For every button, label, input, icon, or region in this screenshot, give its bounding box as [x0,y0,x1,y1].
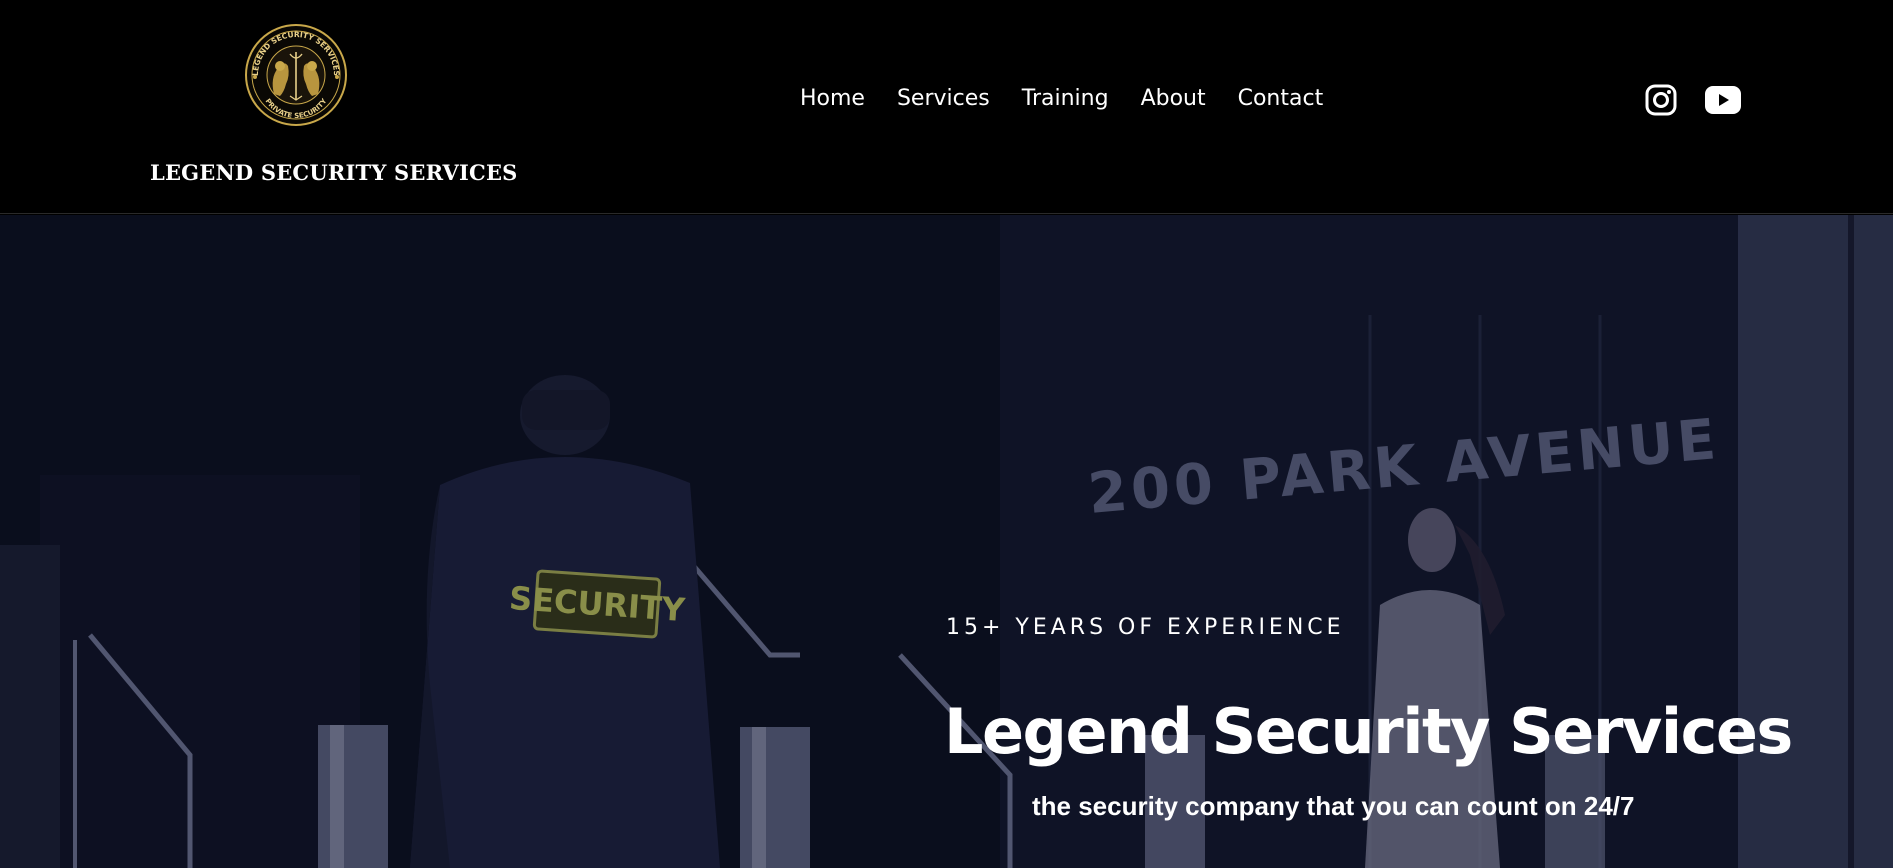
nav-home[interactable]: Home [800,86,865,111]
hero-title: Legend Security Services [944,695,1793,768]
instagram-link[interactable] [1645,84,1677,121]
brand-name[interactable]: LEGEND SECURITY SERVICES [150,160,518,185]
youtube-link[interactable] [1705,86,1741,119]
nav-training[interactable]: Training [1022,86,1109,111]
legend-security-logo-icon: LEGEND SECURITY SERVICES PRIVATE SECURIT… [245,24,347,126]
main-nav: Home Services Training About Contact [800,86,1323,111]
nav-services[interactable]: Services [897,86,990,111]
hero-eyebrow: 15+ YEARS OF EXPERIENCE [946,615,1345,640]
hero-subtitle: the security company that you can count … [1032,791,1635,821]
nav-about[interactable]: About [1141,86,1206,111]
logo[interactable]: LEGEND SECURITY SERVICES PRIVATE SECURIT… [240,22,352,128]
nav-contact[interactable]: Contact [1238,86,1324,111]
youtube-icon [1705,86,1741,114]
site-header: LEGEND SECURITY SERVICES PRIVATE SECURIT… [0,0,1893,214]
hero-section: 200 PARK AVENUE SECURITY 15+ YEARS OF EX… [0,215,1893,868]
hero-background-image: 200 PARK AVENUE SECURITY [0,215,1893,868]
social-links [1645,84,1741,121]
instagram-icon [1645,84,1677,116]
